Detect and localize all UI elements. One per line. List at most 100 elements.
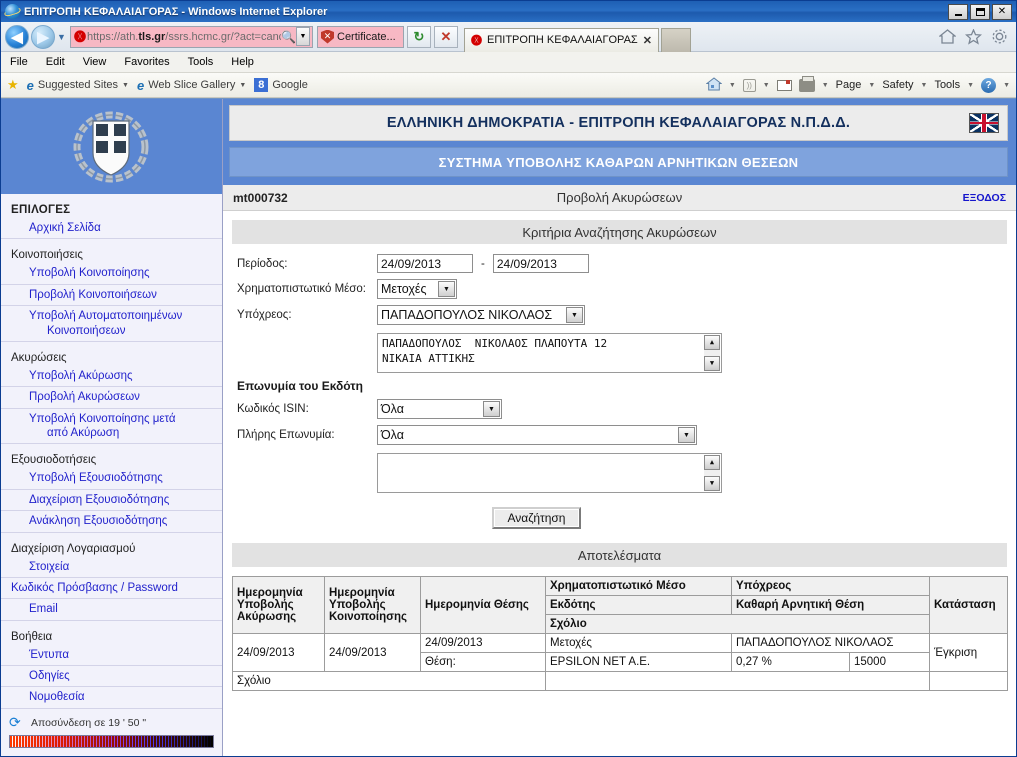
ie-icon-2: e [136, 77, 145, 93]
window-title: ΕΠΙΤΡΟΠΗ ΚΕΦΑΛΑΙΑΓΟΡΑΣ - Windows Interne… [24, 5, 328, 18]
exit-link[interactable]: ΕΞΟΔΟΣ [963, 192, 1006, 204]
scroll-up-icon[interactable]: ▲ [704, 335, 720, 350]
sidebar-item-instructions[interactable]: Οδηγίες [1, 666, 222, 688]
web-slice-label: Web Slice Gallery [148, 79, 236, 91]
favorites-star-icon[interactable] [965, 28, 982, 45]
menu-favorites[interactable]: Favorites [124, 56, 169, 68]
issuer-details-scrollbar[interactable]: ▲ ▼ [704, 455, 720, 491]
title-bar: ΕΠΙΤΡΟΠΗ ΚΕΦΑΛΑΙΑΓΟΡΑΣ - Windows Interne… [1, 1, 1016, 22]
print-icon[interactable] [798, 75, 815, 92]
period-to-input[interactable] [492, 254, 589, 273]
isin-select[interactable]: Όλα ▼ [377, 399, 502, 419]
sidebar-item-view-notifications[interactable]: Προβολή Κοινοποιήσεων [1, 285, 222, 307]
cell-notify-date: 24/09/2013 [324, 633, 421, 672]
banner-system: ΣΥΣΤΗΜΑ ΥΠΟΒΟΛΗΣ ΚΑΘΑΡΩΝ ΑΡΝΗΤΙΚΩΝ ΘΕΣΕΩ… [229, 147, 1008, 177]
sidebar-item-legislation[interactable]: Νομοθεσία [1, 687, 222, 709]
table-header-row-1: Ημερομηνία Υποβολής Ακύρωσης Ημερομηνία … [232, 576, 1009, 634]
sidebar-item-submit-notification-after-cancellation[interactable]: Υποβολή Κοινοποίησης μετά από Ακύρωση [1, 409, 222, 445]
issuer-details-textarea[interactable]: ▲ ▼ [377, 453, 722, 493]
tools-gear-icon[interactable] [991, 28, 1008, 45]
minimize-button[interactable] [948, 3, 968, 20]
scroll-up-icon-2[interactable]: ▲ [704, 455, 720, 470]
sidebar-item-submit-notification[interactable]: Υποβολή Κοινοποίησης [1, 263, 222, 285]
chevron-down-icon-fullname[interactable]: ▼ [678, 427, 695, 443]
sidebar-item-details[interactable]: Στοιχεία [1, 557, 222, 578]
browser-tab[interactable]: 🅧 ΕΠΙΤΡΟΠΗ ΚΕΦΑΛΑΙΑΓΟΡΑΣ ✕ [464, 27, 659, 52]
sidebar-item-forms[interactable]: Έντυπα [1, 645, 222, 666]
menu-view[interactable]: View [83, 56, 107, 68]
chevron-down-icon-rss[interactable]: ▼ [763, 82, 770, 89]
sidebar-item-submit-automated-notifications[interactable]: Υποβολή Αυτοματοποιημένων Κοινοποιήσεων [1, 306, 222, 342]
menu-tools[interactable]: Tools [188, 56, 214, 68]
chevron-down-icon[interactable]: ▼ [122, 82, 129, 89]
refresh-session-icon[interactable]: ⟳ [9, 715, 25, 731]
help-icon[interactable]: ? [981, 77, 997, 93]
sidebar-item-revoke-authorization[interactable]: Ανάκληση Εξουσιοδότησης [1, 511, 222, 533]
cell-status: Έγκριση [929, 633, 1009, 672]
menu-file[interactable]: File [10, 56, 28, 68]
certificate-label: Certificate... [337, 30, 396, 43]
home-icon[interactable] [939, 29, 956, 44]
close-button[interactable]: ✕ [992, 3, 1012, 20]
chevron-down-icon-safety[interactable]: ▼ [921, 82, 928, 89]
address-dropdown-icon[interactable]: ▼ [296, 27, 310, 46]
sidebar-item-submit-authorization[interactable]: Υποβολή Εξουσιοδότησης [1, 468, 222, 490]
rss-feeds-icon[interactable]: )) [742, 78, 756, 92]
magnifier-icon[interactable]: 🔍 [281, 30, 296, 44]
forward-arrow-icon[interactable]: ▶ [31, 24, 55, 49]
page-menu[interactable]: Page [836, 79, 862, 91]
ie-icon: e [26, 77, 34, 93]
mail-icon[interactable] [776, 79, 792, 91]
fullname-select[interactable]: Όλα ▼ [377, 425, 697, 445]
chevron-down-icon-obligor[interactable]: ▼ [566, 307, 583, 323]
web-slice-gallery-button[interactable]: e Web Slice Gallery ▼ [137, 78, 246, 93]
maximize-button[interactable] [970, 3, 990, 20]
period-from-input[interactable] [377, 254, 473, 273]
obligor-select[interactable]: ΠΑΠΑΔΟΠΟΥΛΟΣ ΝΙΚΟΛΑΟΣ ▼ [377, 305, 585, 325]
instrument-row: Χρηματοπιστωτικό Μέσο: Μετοχές ▼ [237, 279, 1016, 299]
certificate-error-button[interactable]: ✕ Certificate... [317, 25, 404, 48]
chevron-down-icon-tools[interactable]: ▼ [967, 82, 974, 89]
results-heading: Αποτελέσματα [232, 543, 1007, 567]
scroll-down-icon-2[interactable]: ▼ [704, 476, 720, 491]
sidebar-item-email[interactable]: Email [1, 599, 222, 621]
refresh-button[interactable]: ↻ [407, 25, 431, 48]
session-timer-line: ⟳ Αποσύνδεση σε 19 ' 50 " [9, 715, 214, 731]
new-tab-button[interactable] [660, 27, 691, 52]
sidebar-item-submit-cancellation[interactable]: Υποβολή Ακύρωσης [1, 366, 222, 388]
th-position-date: Ημερομηνία Θέσης [420, 576, 546, 634]
chevron-down-icon-help[interactable]: ▼ [1003, 82, 1010, 89]
home-page-icon[interactable] [705, 76, 723, 94]
history-dropdown-icon[interactable]: ▼ [55, 32, 68, 42]
obligor-details-scrollbar[interactable]: ▲ ▼ [704, 335, 720, 371]
chevron-down-icon-instrument[interactable]: ▼ [438, 281, 455, 297]
obligor-details-textarea[interactable]: ΠΑΠΑΔΟΠΟΥΛΟΣ ΝΙΚΟΛΑΟΣ ΠΛΑΠΟΥΤΑ 12 ΝΙΚΑΙΑ … [377, 333, 722, 373]
chevron-down-icon-home[interactable]: ▼ [729, 82, 736, 89]
sidebar-item-view-cancellations[interactable]: Προβολή Ακυρώσεων [1, 387, 222, 409]
tools-menu[interactable]: Tools [934, 79, 960, 91]
scroll-down-icon[interactable]: ▼ [704, 356, 720, 371]
google-bookmark[interactable]: 8 Google [254, 78, 308, 92]
menu-edit[interactable]: Edit [46, 56, 65, 68]
sidebar-item-password[interactable]: Κωδικός Πρόσβασης / Password [1, 578, 222, 600]
navigation-bar: ◀ ▶ ▼ 🅧 https://ath.tls.gr/ssrs.hcmc.gr/… [1, 22, 1016, 52]
chevron-down-icon-print[interactable]: ▼ [822, 82, 829, 89]
sidebar-item-home[interactable]: Αρχική Σελίδα [1, 218, 222, 240]
safety-menu[interactable]: Safety [882, 79, 913, 91]
tab-close-icon[interactable]: ✕ [643, 34, 652, 47]
uk-flag-icon[interactable] [969, 113, 999, 133]
stop-button[interactable]: ✕ [434, 25, 458, 48]
chevron-down-icon-isin[interactable]: ▼ [483, 401, 500, 417]
address-url: https://ath.tls.gr/ssrs.hcmc.gr/?act=can… [87, 30, 281, 43]
suggested-sites-button[interactable]: e Suggested Sites ▼ [27, 78, 129, 93]
menu-help[interactable]: Help [231, 56, 254, 68]
browser-window: ΕΠΙΤΡΟΠΗ ΚΕΦΑΛΑΙΑΓΟΡΑΣ - Windows Interne… [0, 0, 1017, 757]
chevron-down-icon-2[interactable]: ▼ [239, 82, 246, 89]
instrument-select[interactable]: Μετοχές ▼ [377, 279, 457, 299]
add-favorite-icon[interactable]: ★ [7, 77, 19, 93]
search-button[interactable]: Αναζήτηση [491, 507, 582, 529]
sidebar-item-manage-authorization[interactable]: Διαχείριση Εξουσιοδότησης [1, 490, 222, 512]
address-bar[interactable]: 🅧 https://ath.tls.gr/ssrs.hcmc.gr/?act=c… [70, 25, 313, 48]
chevron-down-icon-page[interactable]: ▼ [868, 82, 875, 89]
back-arrow-icon[interactable]: ◀ [5, 24, 29, 49]
